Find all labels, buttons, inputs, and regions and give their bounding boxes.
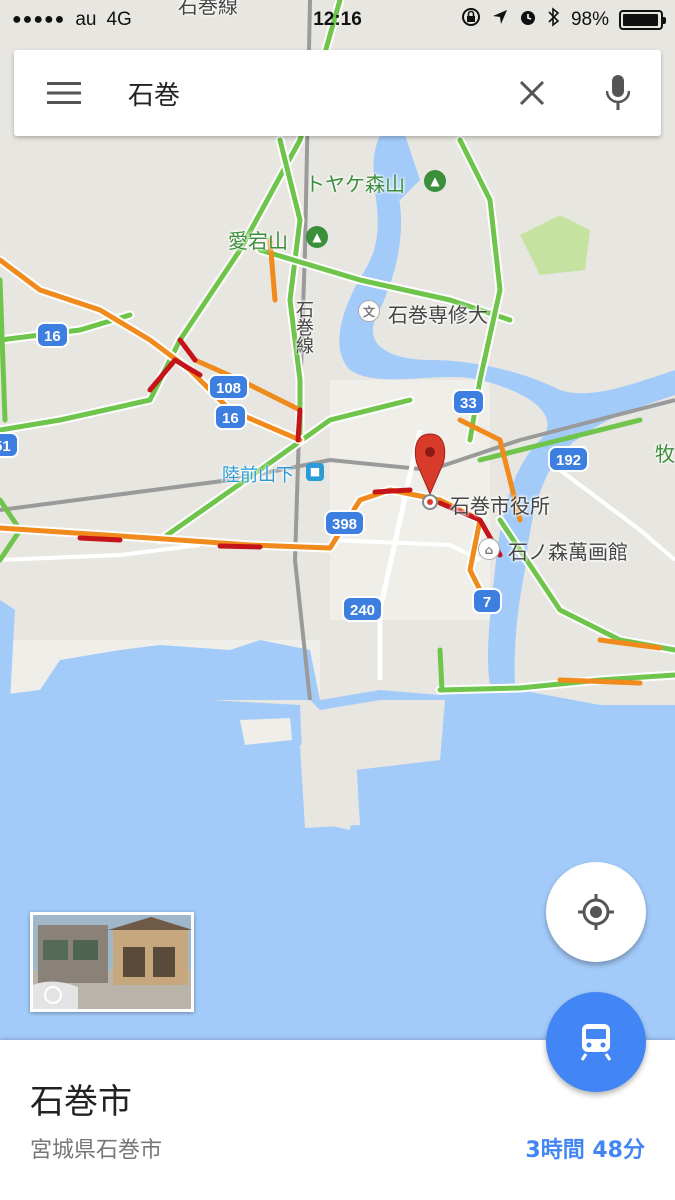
university-label[interactable]: 石巻専修大 <box>388 299 488 328</box>
carrier-label: au <box>75 9 97 30</box>
voice-search-button[interactable] <box>575 50 661 136</box>
place-address: 宮城県石巻市 <box>30 1138 163 1163</box>
close-icon <box>519 80 545 106</box>
menu-button[interactable] <box>14 50 114 136</box>
route-shield-16: 16 <box>214 404 247 430</box>
bluetooth-icon <box>547 7 561 33</box>
search-bar <box>14 50 661 136</box>
street-view-thumbnail[interactable] <box>30 912 194 1012</box>
mountain-icon: ▲ <box>424 170 446 192</box>
mountain-label-toyake[interactable]: トヤケ森山 <box>305 168 405 197</box>
route-shield-398: 398 <box>324 510 366 536</box>
microphone-icon <box>606 75 630 110</box>
network-label: 4G <box>106 9 132 30</box>
train-icon <box>580 1024 612 1061</box>
edge-label: 牧 <box>655 442 675 466</box>
battery-icon <box>619 10 666 30</box>
rail-label-vertical: 石巻線 <box>293 300 314 354</box>
museum-icon: ⌂ <box>478 538 500 560</box>
battery-percent: 98% <box>570 9 609 30</box>
mountain-icon: ▲ <box>306 226 328 248</box>
route-shield-108: 108 <box>208 374 250 400</box>
rotation-lock-icon <box>461 7 481 33</box>
clear-search-button[interactable] <box>489 50 575 136</box>
transit-directions-button[interactable] <box>546 992 646 1092</box>
route-shield-192: 192 <box>548 446 590 472</box>
my-location-icon <box>578 894 614 930</box>
school-icon: 文 <box>358 300 380 322</box>
location-arrow-icon <box>491 8 509 32</box>
place-name: 石巻市 <box>30 1082 132 1122</box>
route-shield-7: 7 <box>472 588 502 614</box>
signal-strength-icon: ●●●●● <box>12 11 66 28</box>
city-hall-label[interactable]: 石巻市役所 <box>450 490 550 519</box>
museum-label[interactable]: 石ノ森萬画館 <box>508 536 628 565</box>
route-shield-240: 240 <box>342 596 384 622</box>
route-shield-16: 16 <box>36 322 69 348</box>
street-view-image <box>33 915 191 1009</box>
search-input[interactable] <box>128 78 489 108</box>
train-station-icon: ■ <box>306 463 324 481</box>
travel-time[interactable]: 3時間 48分 <box>525 1132 645 1164</box>
station-label[interactable]: 陸前山下 <box>222 461 294 487</box>
mountain-label-atago[interactable]: 愛宕山 <box>228 225 288 254</box>
route-shield-51: 51 <box>0 432 19 458</box>
my-location-button[interactable] <box>546 862 646 962</box>
hamburger-menu-icon <box>47 82 81 104</box>
status-bar: ●●●●● au 4G 12:16 98% <box>0 0 675 40</box>
route-shield-33: 33 <box>452 389 485 415</box>
alarm-icon <box>519 8 537 32</box>
